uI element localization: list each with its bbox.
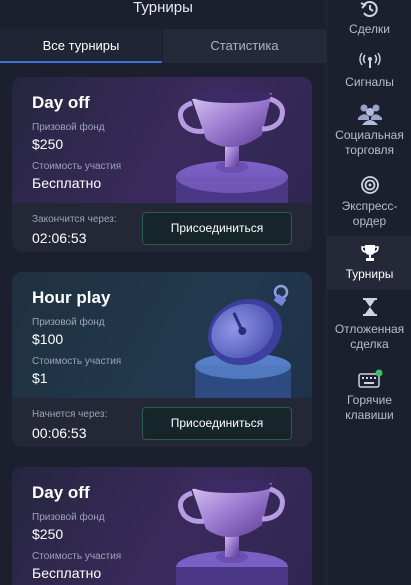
trophy-icon xyxy=(176,89,288,203)
tournament-tabs: Все турниры Статистика xyxy=(0,29,326,63)
history-icon xyxy=(360,1,378,17)
prize-value: $100 xyxy=(32,331,64,347)
tournament-name: Day off xyxy=(32,483,90,502)
fee-label: Стоимость участия xyxy=(32,161,122,172)
trophy-icon xyxy=(360,245,379,261)
tournament-card[interactable]: Day off Призовой фонд $250 Стоимость уча… xyxy=(12,467,312,585)
sidebar-item-label: Турниры xyxy=(345,267,394,281)
sidebar-item-pending-deal[interactable]: Отложенная сделка xyxy=(327,298,411,356)
join-button[interactable]: Присоединиться xyxy=(142,407,292,440)
sidebar-item-label: Сделки xyxy=(349,22,390,36)
prize-value: $250 xyxy=(32,136,64,152)
trophy-icon xyxy=(176,479,288,585)
users-icon xyxy=(357,104,382,125)
sidebar-item-label: Сигналы xyxy=(345,75,394,89)
fee-label: Стоимость участия xyxy=(32,551,122,562)
tab-statistics[interactable]: Статистика xyxy=(163,29,326,63)
target-icon xyxy=(360,176,379,194)
right-sidebar: Сделки Сигналы Социальная торговля Экспр… xyxy=(326,0,411,585)
timer-label: Закончится через: xyxy=(32,214,117,225)
tournament-name: Day off xyxy=(32,93,90,112)
sidebar-item-signals[interactable]: Сигналы xyxy=(327,52,411,92)
sidebar-item-label: Отложенная сделка xyxy=(334,322,405,351)
sidebar-item-hotkeys[interactable]: Горячие клавиши xyxy=(327,369,411,429)
sidebar-item-tournaments[interactable]: Турниры xyxy=(327,236,411,290)
fee-value: $1 xyxy=(32,370,48,386)
prize-value: $250 xyxy=(32,526,64,542)
tournament-card-header: Day off Призовой фонд $250 Стоимость уча… xyxy=(12,77,312,203)
tab-all-tournaments[interactable]: Все турниры xyxy=(0,29,162,63)
tournament-card[interactable]: Day off Призовой фонд $250 Стоимость уча… xyxy=(12,77,312,252)
tournaments-panel: Турниры Все турниры Статистика Day off П… xyxy=(0,0,326,585)
tournament-card-header: Hour play Призовой фонд $100 Стоимость у… xyxy=(12,272,312,398)
join-button[interactable]: Присоединиться xyxy=(142,212,292,245)
prize-label: Призовой фонд xyxy=(32,317,105,328)
fee-value: Бесплатно xyxy=(32,175,102,191)
online-status-dot xyxy=(375,369,382,377)
tournament-card-footer: Закончится через: 02:06:53 Присоединитьс… xyxy=(12,203,312,252)
timer-value: 00:06:53 xyxy=(32,425,87,441)
sidebar-item-label: Социальная торговля xyxy=(335,128,404,157)
tournament-name: Hour play xyxy=(32,288,111,307)
tournament-card-footer: Начнется через: 00:06:53 Присоединиться xyxy=(12,398,312,447)
signal-icon xyxy=(358,52,381,68)
tournament-card-header: Day off Призовой фонд $250 Стоимость уча… xyxy=(12,467,312,585)
fee-label: Стоимость участия xyxy=(32,356,122,367)
tournament-card[interactable]: Hour play Призовой фонд $100 Стоимость у… xyxy=(12,272,312,447)
stopwatch-icon xyxy=(195,284,291,398)
sidebar-item-label: Горячие клавиши xyxy=(345,393,394,422)
prize-label: Призовой фонд xyxy=(32,122,105,133)
keyboard-icon xyxy=(357,369,382,388)
prize-label: Призовой фонд xyxy=(32,512,105,523)
sidebar-item-deals[interactable]: Сделки xyxy=(327,0,411,40)
fee-value: Бесплатно xyxy=(32,565,102,581)
sidebar-item-express-order[interactable]: Экспресс-ордер xyxy=(327,176,411,232)
panel-title: Турниры xyxy=(133,0,193,16)
timer-label: Начнется через: xyxy=(32,409,108,420)
sidebar-item-social-trading[interactable]: Социальная торговля xyxy=(327,103,411,163)
hourglass-icon xyxy=(362,298,377,316)
timer-value: 02:06:53 xyxy=(32,230,87,246)
sidebar-item-label: Экспресс-ордер xyxy=(341,199,398,228)
